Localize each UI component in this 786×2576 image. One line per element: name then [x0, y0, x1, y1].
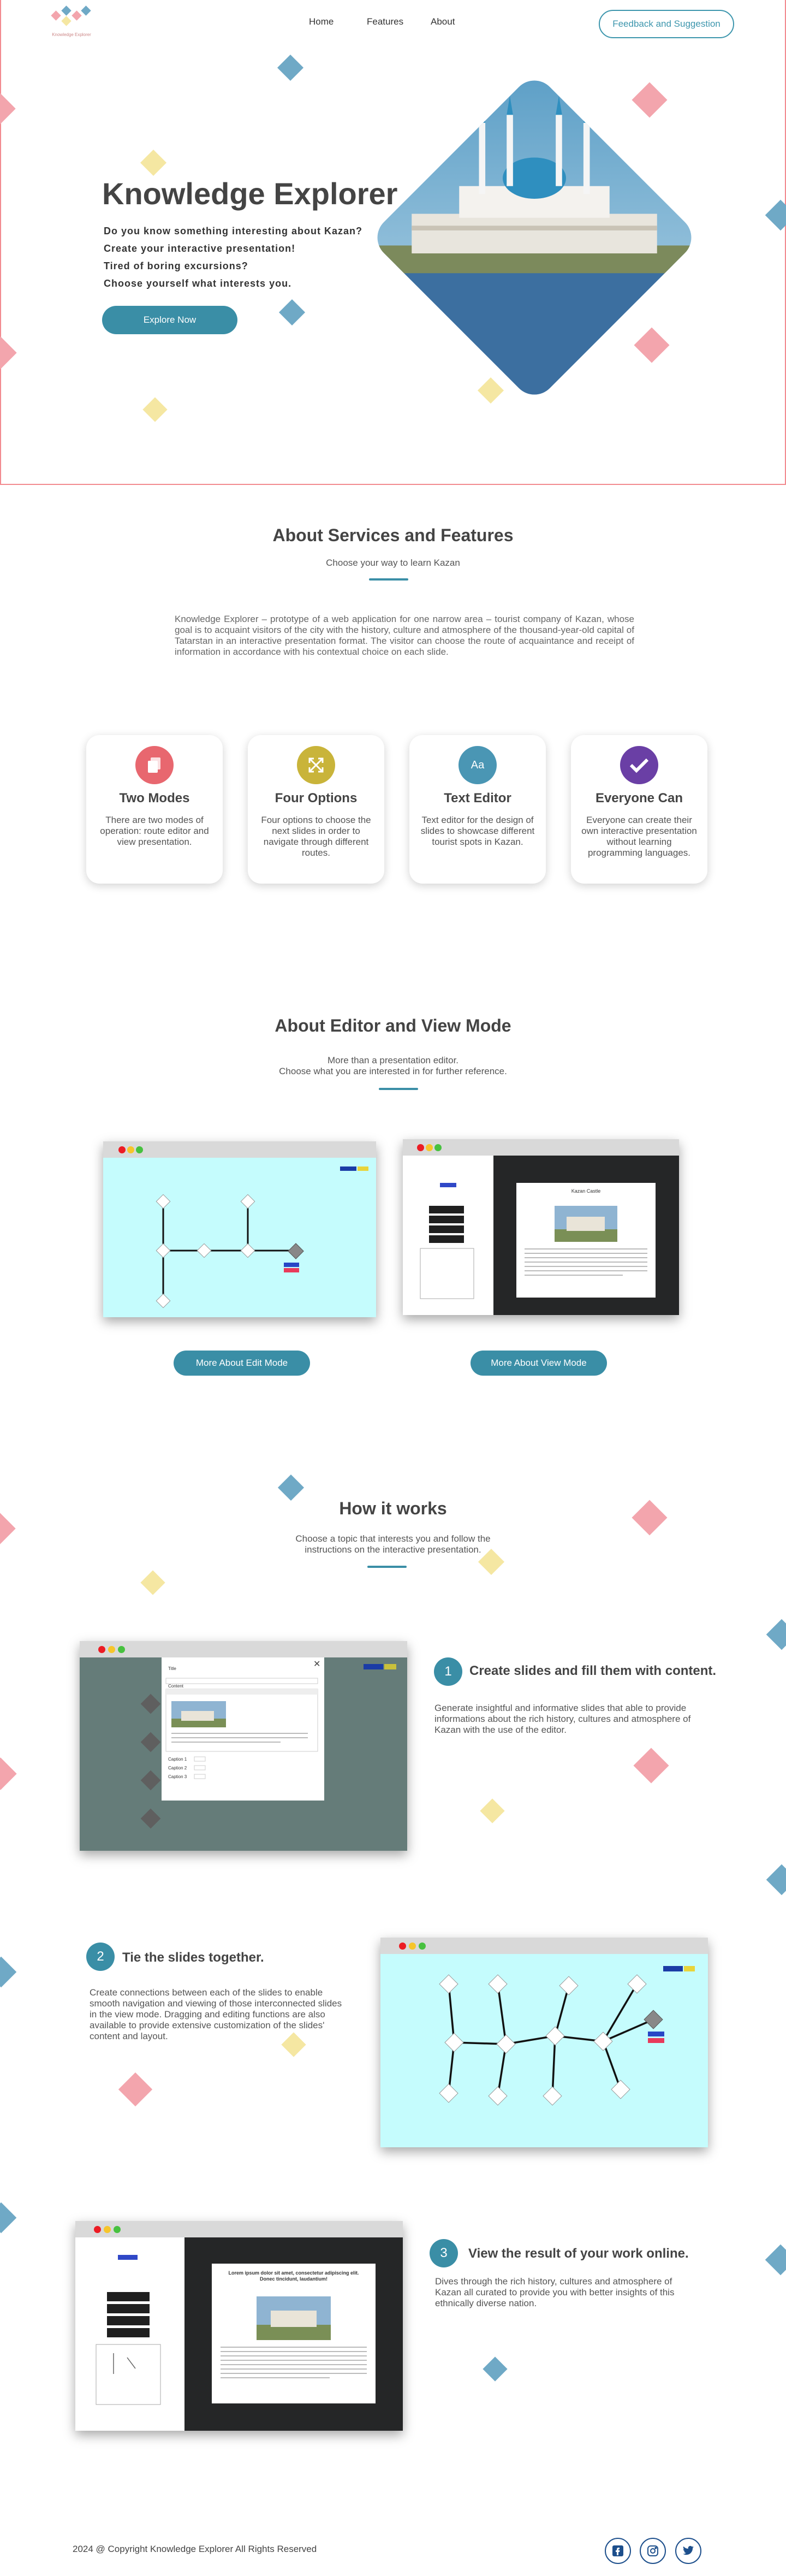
step3-slide-title: Lorem ipsum dolor sit amet, consectetur …: [228, 2270, 359, 2282]
step2-screenshot: [380, 1938, 708, 2147]
card-title: Four Options: [275, 791, 358, 806]
decor-diamond: [483, 2356, 508, 2382]
nav-features[interactable]: Features: [367, 16, 403, 27]
edit-mode-screenshot: [103, 1141, 376, 1317]
how-subtitle: Choose a topic that interests you and fo…: [295, 1533, 491, 1544]
decor-diamond: [765, 2244, 786, 2276]
card-text: There are two modes of operation: route …: [100, 815, 209, 847]
card-title: Two Modes: [119, 791, 190, 806]
crossed-arrows-icon: [297, 746, 335, 784]
card-text: Everyone can create their own interactiv…: [581, 815, 697, 858]
feature-card-two-modes: Two Modes There are two modes of operati…: [86, 735, 223, 884]
nav-about[interactable]: About: [431, 16, 455, 27]
modal-caption-label: Caption 2: [168, 1766, 187, 1770]
step-text: Dives through the rich history, cultures…: [435, 2276, 675, 2308]
step-number: 1: [434, 1657, 462, 1686]
decor-diamond: [0, 1956, 17, 1988]
decor-diamond: [0, 2202, 17, 2234]
editor-underline: [379, 1088, 418, 1090]
editor-subtitle: More than a presentation editor.: [327, 1055, 459, 1065]
footer-copyright: 2024 @ Copyright Knowledge Explorer All …: [73, 2544, 317, 2554]
feature-card-text-editor: Aa Text Editor Text editor for the desig…: [409, 735, 546, 884]
how-underline: [367, 1566, 407, 1568]
step-title: View the result of your work online.: [468, 2246, 689, 2261]
facebook-icon[interactable]: [605, 2538, 631, 2564]
step-number: 2: [86, 1943, 115, 1971]
feedback-button[interactable]: Feedback and Suggestion: [599, 10, 734, 38]
modal-caption-label: Caption 3: [168, 1774, 187, 1779]
view-mode-screenshot: Kazan Castle: [403, 1139, 679, 1315]
decor-diamond: [277, 1474, 305, 1501]
editor-title: About Editor and View Mode: [275, 1016, 511, 1035]
logo-text: Knowledge Explorer: [52, 32, 91, 37]
hero-line: Choose yourself what interests you.: [104, 278, 292, 289]
services-subtitle: Choose your way to learn Kazan: [326, 558, 460, 568]
modal-title-label: Title: [168, 1666, 176, 1671]
decor-diamond: [633, 1748, 669, 1784]
services-underline: [369, 578, 408, 581]
text-aa-icon: Aa: [458, 746, 497, 784]
decor-diamond: [0, 1757, 17, 1790]
feature-card-everyone-can: Everyone Can Everyone can create their o…: [571, 735, 707, 884]
nav-home[interactable]: Home: [309, 16, 334, 27]
how-subtitle: instructions on the interactive presenta…: [305, 1544, 481, 1555]
step-title: Create slides and fill them with content…: [469, 1663, 717, 1678]
hero-line: Do you know something interesting about …: [104, 226, 363, 236]
step-title: Tie the slides together.: [122, 1950, 264, 1965]
close-icon[interactable]: ✕: [313, 1659, 320, 1669]
decor-diamond: [118, 2072, 153, 2107]
decor-diamond: [140, 1570, 165, 1595]
decor-diamond: [766, 1864, 786, 1896]
card-text: Text editor for the design of slides to …: [420, 815, 535, 847]
edit-mode-button[interactable]: More About Edit Mode: [174, 1351, 310, 1376]
step3-screenshot: Lorem ipsum dolor sit amet, consectetur …: [75, 2221, 403, 2431]
explore-now-button[interactable]: Explore Now: [102, 306, 237, 334]
checkmark-icon: [620, 746, 658, 784]
copy-icon: [135, 746, 174, 784]
decor-diamond: [480, 1798, 505, 1823]
services-description: Knowledge Explorer – prototype of a web …: [175, 614, 634, 657]
twitter-icon[interactable]: [675, 2538, 701, 2564]
editor-subtitle: Choose what you are interested in for fu…: [279, 1066, 507, 1076]
step-text: Generate insightful and informative slid…: [434, 1703, 691, 1735]
card-text: Four options to choose the next slides i…: [261, 815, 371, 858]
logo-icon: [51, 5, 91, 26]
modal-caption-label: Caption 1: [168, 1757, 187, 1762]
step-text: Create connections between each of the s…: [90, 1987, 342, 2041]
step-number: 3: [430, 2239, 458, 2267]
logo[interactable]: Knowledge Explorer: [48, 4, 95, 37]
feature-card-four-options: Four Options Four options to choose the …: [248, 735, 384, 884]
card-title: Everyone Can: [595, 791, 683, 806]
modal-content-label: Content: [168, 1684, 184, 1689]
services-title: About Services and Features: [272, 525, 514, 545]
step1-screenshot: Title Content Caption 1 Caption 2 Captio…: [80, 1641, 407, 1851]
view-mode-button[interactable]: More About View Mode: [471, 1351, 607, 1376]
hero-line: Tired of boring excursions?: [104, 260, 248, 271]
instagram-icon[interactable]: [640, 2538, 666, 2564]
hero-title: Knowledge Explorer: [102, 176, 398, 211]
decor-diamond: [766, 1619, 786, 1650]
view-slide-title: Kazan Castle: [571, 1188, 601, 1194]
how-title: How it works: [339, 1499, 447, 1518]
card-title: Text Editor: [444, 791, 511, 806]
hero-line: Create your interactive presentation!: [104, 243, 296, 254]
